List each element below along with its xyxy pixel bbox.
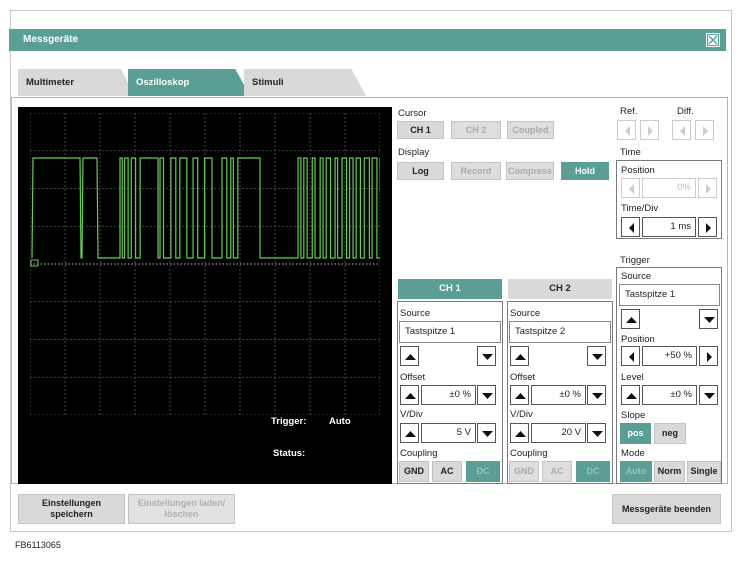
ref-right-arrow-icon[interactable] — [640, 120, 659, 140]
ch2-coupling-label: Coupling — [510, 448, 548, 459]
trigger-level-up-arrow-icon[interactable] — [621, 385, 640, 405]
ref-left-arrow-icon[interactable] — [617, 120, 636, 140]
ch1-vdiv-label: V/Div — [400, 409, 423, 420]
slope-pos-button[interactable]: pos — [620, 423, 651, 444]
trigger-source-label: Source — [621, 271, 652, 282]
display-compress-button[interactable]: Compress — [506, 162, 554, 180]
ch2-vdiv-up-arrow-icon[interactable] — [510, 423, 529, 443]
trigger-position-label: Position — [621, 334, 655, 345]
title-bar: Messgeräte — [9, 29, 726, 51]
diff-right-arrow-icon[interactable] — [695, 120, 714, 140]
ch1-gnd-button[interactable]: GND — [399, 461, 429, 482]
trigger-level-value: ±0 % — [642, 385, 697, 405]
trigger-level-label: Level — [621, 372, 644, 383]
tab-stimuli[interactable]: Stimuli — [244, 69, 366, 96]
ch1-offset-value: ±0 % — [421, 385, 476, 405]
ch2-source-label: Source — [510, 308, 541, 319]
timediv-label: Time/Div — [621, 203, 659, 214]
tab-ch1[interactable]: CH 1 — [398, 279, 502, 299]
figure-caption: FB6113065 — [15, 540, 61, 550]
tab-ch2[interactable]: CH 2 — [508, 279, 612, 299]
trigger-section-label: Trigger — [620, 255, 650, 266]
time-position-value: 0% — [642, 178, 696, 198]
ch1-vdiv-value: 5 V — [421, 423, 476, 443]
timediv-left-arrow-icon[interactable] — [621, 217, 640, 237]
ch2-offset-label: Offset — [510, 372, 536, 383]
trigger-value: Auto — [329, 416, 351, 427]
ch2-source-field[interactable]: Tastspitze 2 — [509, 321, 611, 343]
ch1-vdiv-down-arrow-icon[interactable] — [477, 423, 496, 443]
trigger-source-field[interactable]: Tastspitze 1 — [619, 284, 720, 306]
trigger-slope-label: Slope — [621, 410, 646, 421]
ch2-ac-button[interactable]: AC — [542, 461, 572, 482]
diff-left-arrow-icon[interactable] — [672, 120, 691, 140]
time-label: Time — [620, 147, 641, 158]
ch1-offset-down-arrow-icon[interactable] — [477, 385, 496, 405]
timediv-value: 1 ms — [642, 217, 696, 237]
mode-single-button[interactable]: Single — [687, 461, 721, 482]
cursor-coupled-button[interactable]: Coupled — [507, 121, 554, 139]
ch1-ac-button[interactable]: AC — [432, 461, 462, 482]
save-settings-label: Einstellungen speichern — [41, 498, 101, 519]
ch1-offset-label: Offset — [400, 372, 426, 383]
ch1-dc-button[interactable]: DC — [466, 461, 500, 482]
timediv-right-arrow-icon[interactable] — [698, 217, 717, 237]
oscilloscope-screen: Trigger: Auto Status: — [18, 107, 392, 484]
load-settings-button[interactable]: Einstellungen laden/ löschen — [128, 494, 235, 524]
time-position-left-arrow-icon[interactable] — [621, 178, 640, 198]
ch2-gnd-button[interactable]: GND — [509, 461, 539, 482]
ref-label: Ref. — [620, 106, 638, 117]
ch2-vdiv-value: 20 V — [531, 423, 586, 443]
slope-neg-button[interactable]: neg — [654, 423, 686, 444]
window-title: Messgeräte — [23, 34, 79, 45]
save-settings-button[interactable]: Einstellungen speichern — [18, 494, 125, 524]
cursor-ch2-button[interactable]: CH 2 — [451, 121, 501, 139]
ch2-vdiv-label: V/Div — [510, 409, 533, 420]
ch1-offset-up-arrow-icon[interactable] — [400, 385, 419, 405]
trigger-mode-label: Mode — [621, 448, 645, 459]
ch1-source-label: Source — [400, 308, 431, 319]
ch1-source-field[interactable]: Tastspitze 1 — [399, 321, 501, 343]
ch1-vdiv-up-arrow-icon[interactable] — [400, 423, 419, 443]
close-icon[interactable] — [706, 33, 720, 47]
mode-auto-button[interactable]: Auto — [620, 461, 652, 482]
tab-multimeter[interactable]: Multimeter — [18, 69, 135, 96]
display-log-button[interactable]: Log — [397, 162, 444, 180]
status-label: Status: — [273, 448, 306, 459]
mode-norm-button[interactable]: Norm — [654, 461, 685, 482]
trigger-level-down-arrow-icon[interactable] — [699, 385, 718, 405]
ch2-source-dropdown-icon[interactable] — [587, 346, 606, 366]
ch2-vdiv-down-arrow-icon[interactable] — [587, 423, 606, 443]
trigger-source-up-arrow-icon[interactable] — [621, 309, 640, 329]
ch2-offset-down-arrow-icon[interactable] — [587, 385, 606, 405]
ch1-source-dropdown-icon[interactable] — [477, 346, 496, 366]
ch1-source-up-arrow-icon[interactable] — [400, 346, 419, 366]
ch2-source-up-arrow-icon[interactable] — [510, 346, 529, 366]
ch2-offset-up-arrow-icon[interactable] — [510, 385, 529, 405]
scope-grid — [30, 113, 380, 415]
display-label: Display — [398, 147, 430, 158]
display-hold-button[interactable]: Hold — [561, 162, 609, 180]
exit-instruments-button[interactable]: Messgeräte beenden — [612, 494, 721, 524]
trigger-label: Trigger: — [271, 416, 307, 427]
time-position-label: Position — [621, 165, 655, 176]
trigger-position-value: +50 % — [642, 346, 697, 366]
ch2-dc-button[interactable]: DC — [576, 461, 610, 482]
load-settings-label: Einstellungen laden/ löschen — [137, 498, 226, 519]
trigger-position-left-arrow-icon[interactable] — [621, 346, 640, 366]
trigger-source-dropdown-icon[interactable] — [699, 309, 718, 329]
ch2-offset-value: ±0 % — [531, 385, 586, 405]
ch1-coupling-label: Coupling — [400, 448, 438, 459]
display-record-button[interactable]: Record — [451, 162, 501, 180]
trigger-position-right-arrow-icon[interactable] — [699, 346, 718, 366]
cursor-label: Cursor — [398, 108, 427, 119]
time-position-right-arrow-icon[interactable] — [698, 178, 717, 198]
tab-bar: Multimeter Oszilloskop Stimuli — [18, 69, 728, 96]
ch1-trace — [31, 157, 380, 259]
tab-oszilloskop[interactable]: Oszilloskop — [128, 69, 250, 96]
diff-label: Diff. — [677, 106, 694, 117]
cursor-ch1-button[interactable]: CH 1 — [397, 121, 444, 139]
